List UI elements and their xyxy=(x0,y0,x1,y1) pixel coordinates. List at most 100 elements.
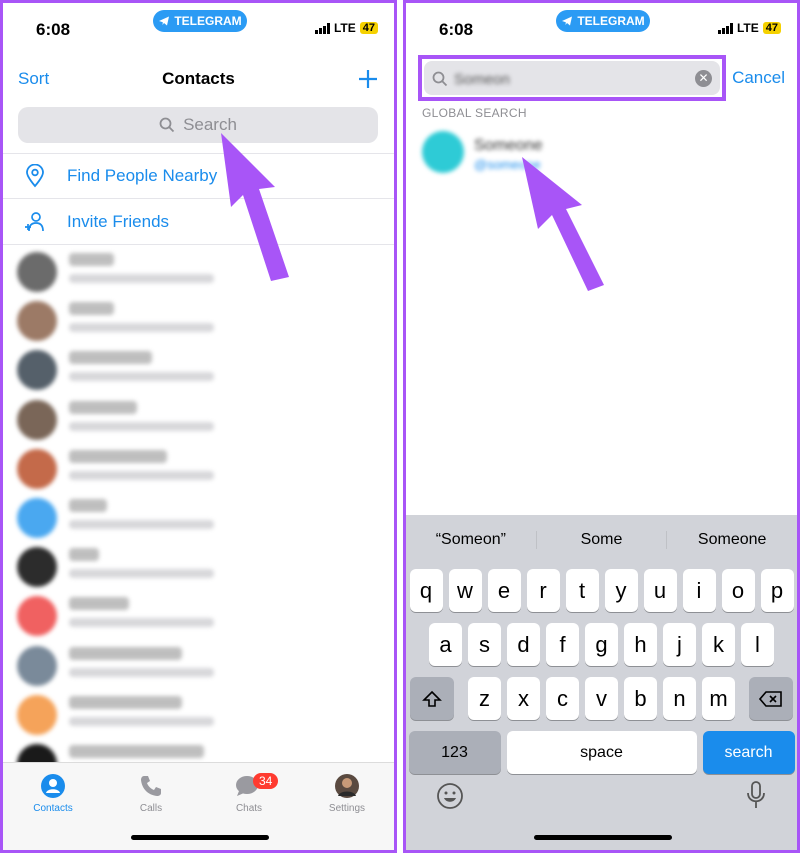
contact-name: Darryl xyxy=(69,253,114,266)
contact-row[interactable]: Aasim last seen 25 minutes ago xyxy=(3,493,394,542)
key-o[interactable]: o xyxy=(721,569,755,612)
contact-status: last seen 9 minutes ago xyxy=(69,372,214,382)
telegram-pill[interactable]: TELEGRAM xyxy=(153,10,247,32)
contact-status: last seen 40 minutes ago xyxy=(69,667,214,677)
tab-settings[interactable]: Settings xyxy=(307,771,387,814)
avatar xyxy=(17,448,57,489)
contact-row[interactable]: Vishnu last seen 9 minutes ago xyxy=(3,296,394,345)
find-people-nearby-label: Find People Nearby xyxy=(67,166,218,185)
key-n[interactable]: n xyxy=(663,677,696,720)
contact-name: Arav xyxy=(69,548,99,562)
key-g[interactable]: g xyxy=(585,623,618,666)
contact-status: last seen 9 minutes ago xyxy=(69,421,214,431)
search-input[interactable]: Search xyxy=(18,107,378,143)
search-input[interactable]: Someon ✕ xyxy=(424,61,720,95)
search-value: Someon xyxy=(454,71,510,88)
key-i[interactable]: i xyxy=(682,569,716,612)
emoji-icon[interactable] xyxy=(436,782,464,810)
key-v[interactable]: v xyxy=(585,677,618,720)
location-pin-icon xyxy=(26,164,44,188)
add-contact-button[interactable] xyxy=(358,63,378,96)
avatar xyxy=(17,596,57,637)
telegram-pill[interactable]: TELEGRAM xyxy=(556,10,650,32)
avatar xyxy=(17,252,57,292)
pill-label: TELEGRAM xyxy=(577,14,645,28)
key-u[interactable]: u xyxy=(643,569,677,612)
avatar xyxy=(17,399,57,440)
key-f[interactable]: f xyxy=(546,623,579,666)
contact-status: last seen 38 minutes ago xyxy=(69,618,214,628)
key-j[interactable]: j xyxy=(663,623,696,666)
contact-row[interactable]: Shashank last seen 38 minutes ago xyxy=(3,591,394,640)
search-icon xyxy=(432,71,448,87)
tab-calls[interactable]: Calls xyxy=(111,771,191,814)
contact-row[interactable]: Suraj Padmasali last seen 40 minutes ago xyxy=(3,641,394,690)
key-b[interactable]: b xyxy=(624,677,657,720)
tab-contacts-label: Contacts xyxy=(33,803,73,814)
key-row-3: zxcvbnm xyxy=(406,677,797,720)
tab-settings-label: Settings xyxy=(328,803,366,814)
contact-row[interactable]: Tanmoli Abhinav last seen 40 minutes ago xyxy=(3,690,394,739)
key-c[interactable]: c xyxy=(546,677,579,720)
tab-chats-label: Chats xyxy=(235,803,263,814)
key-e[interactable]: e xyxy=(487,569,521,612)
contacts-screen: 6:08 TELEGRAM LTE 47 Sort Contacts Searc… xyxy=(0,0,397,853)
avatar xyxy=(17,547,57,588)
find-people-nearby-row[interactable]: Find People Nearby xyxy=(3,153,394,199)
key-k[interactable]: k xyxy=(702,623,735,666)
contact-status: last seen 9 minutes ago xyxy=(69,274,214,283)
contact-row[interactable]: Dhanish Patel last seen 9 minutes ago xyxy=(3,444,394,493)
contact-name: Vishnu xyxy=(69,302,114,316)
pointer-arrow-icon xyxy=(221,133,289,281)
avatar xyxy=(422,131,464,173)
avatar xyxy=(17,645,57,686)
pointer-arrow-icon xyxy=(522,157,604,291)
home-indicator[interactable] xyxy=(131,835,269,840)
key-x[interactable]: x xyxy=(507,677,540,720)
tab-contacts[interactable]: Contacts xyxy=(13,771,93,814)
contact-name: Dhanish Patel xyxy=(69,449,167,463)
battery-icon: 47 xyxy=(762,22,781,34)
pill-label: TELEGRAM xyxy=(174,14,242,28)
tab-chats[interactable]: Chats 34 xyxy=(209,771,289,814)
delete-key[interactable] xyxy=(749,677,793,720)
key-l[interactable]: l xyxy=(741,623,774,666)
suggestion-item[interactable]: Some xyxy=(537,531,668,549)
suggestion-item[interactable]: “Someon” xyxy=(406,531,537,549)
network-label: LTE xyxy=(736,21,759,35)
suggestion-item[interactable]: Someone xyxy=(667,531,797,549)
key-q[interactable]: q xyxy=(409,569,443,612)
shift-key[interactable] xyxy=(410,677,454,720)
key-t[interactable]: t xyxy=(565,569,599,612)
key-y[interactable]: y xyxy=(604,569,638,612)
contact-row[interactable]: Raj Batra last seen 9 minutes ago xyxy=(3,395,394,444)
key-h[interactable]: h xyxy=(624,623,657,666)
contact-row[interactable]: Amar Bindra last seen 9 minutes ago xyxy=(3,345,394,394)
contact-row[interactable]: Darryl last seen 9 minutes ago xyxy=(3,247,394,296)
key-m[interactable]: m xyxy=(702,677,735,720)
cancel-button[interactable]: Cancel xyxy=(732,68,785,88)
key-z[interactable]: z xyxy=(468,677,501,720)
plus-icon xyxy=(359,70,377,88)
contact-name: Amar Bindra xyxy=(69,351,152,365)
microphone-icon[interactable] xyxy=(745,780,767,810)
key-a[interactable]: a xyxy=(429,623,462,666)
key-d[interactable]: d xyxy=(507,623,540,666)
clear-icon[interactable]: ✕ xyxy=(695,70,712,87)
key-row-1: qwertyuiop xyxy=(406,569,797,612)
key-r[interactable]: r xyxy=(526,569,560,612)
nav-bar: Sort Contacts xyxy=(3,63,394,97)
contact-status: last seen 9 minutes ago xyxy=(69,323,214,333)
key-s[interactable]: s xyxy=(468,623,501,666)
home-indicator[interactable] xyxy=(534,835,672,840)
key-p[interactable]: p xyxy=(760,569,794,612)
contact-status: last seen 40 minutes ago xyxy=(69,716,214,726)
key-w[interactable]: w xyxy=(448,569,482,612)
invite-friends-row[interactable]: Invite Friends xyxy=(3,199,394,245)
contact-row[interactable]: Arav last seen 38 minutes ago xyxy=(3,542,394,591)
tab-bar: Contacts Calls Chats 34 Settings xyxy=(3,762,394,850)
avatar xyxy=(17,350,57,391)
shift-icon xyxy=(422,690,442,707)
status-bar: 6:08 TELEGRAM LTE 47 xyxy=(3,3,394,51)
add-person-icon xyxy=(25,211,44,231)
